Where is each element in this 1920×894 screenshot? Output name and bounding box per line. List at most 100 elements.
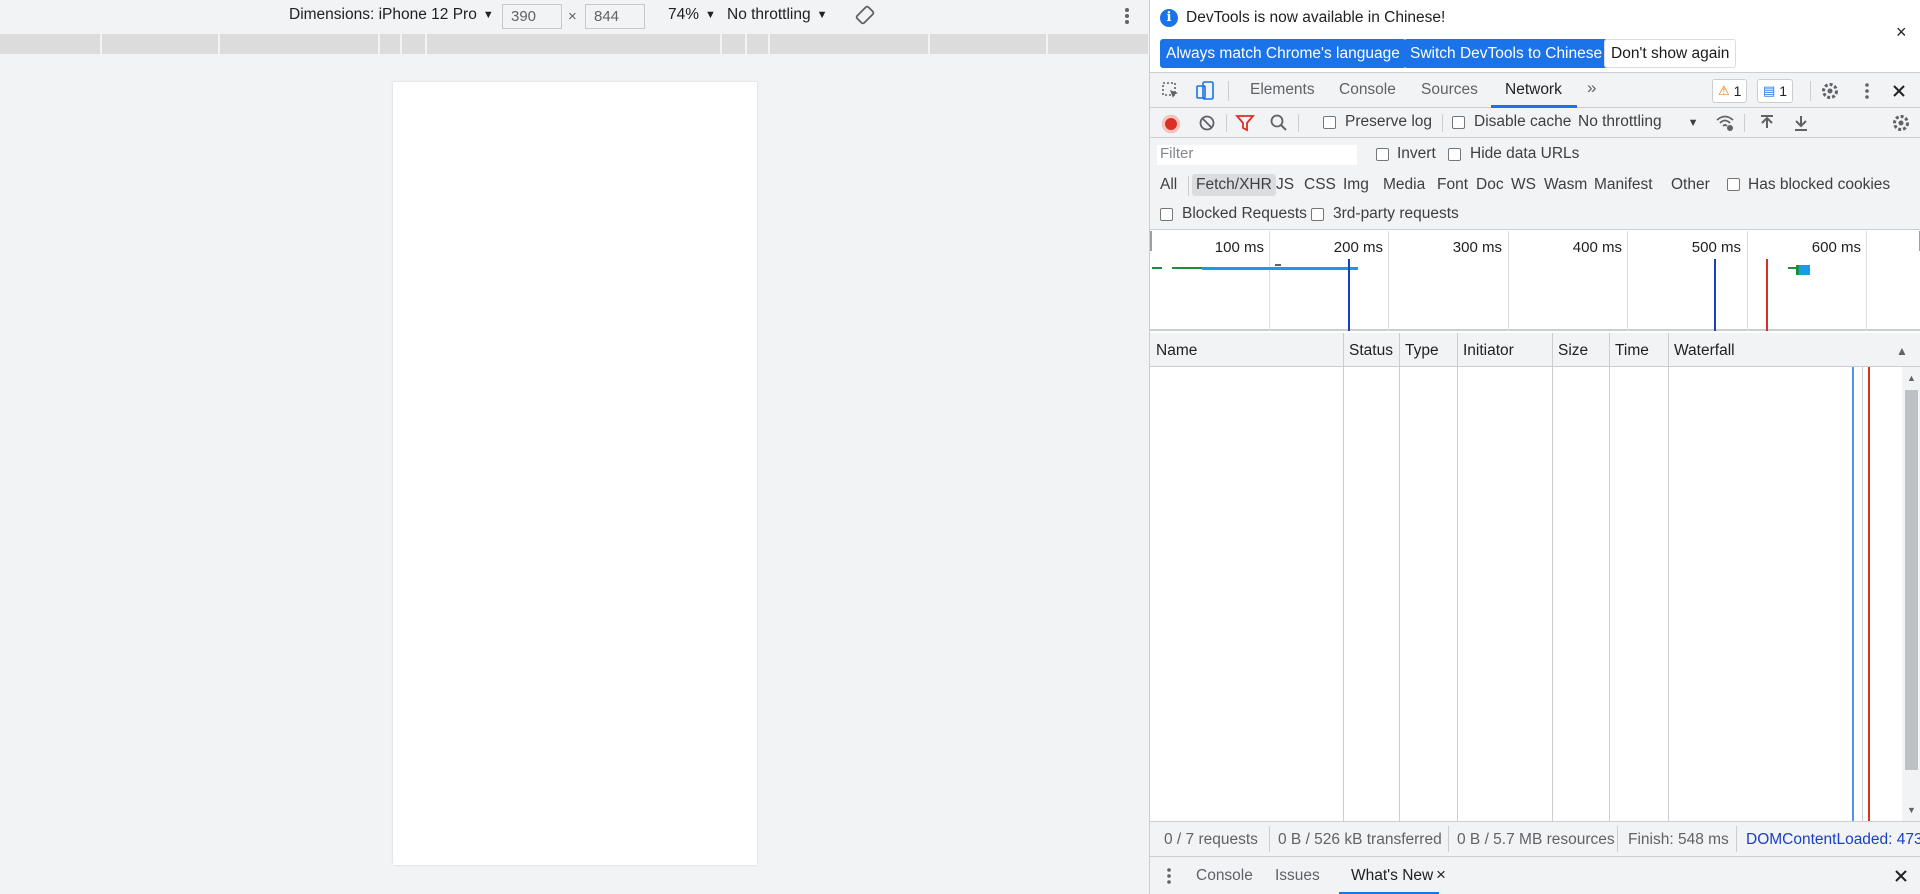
more-options-icon[interactable] — [1856, 80, 1878, 102]
clear-icon[interactable] — [1196, 112, 1218, 134]
scroll-down-icon[interactable]: ▼ — [1907, 805, 1916, 815]
invert-checkbox[interactable] — [1376, 148, 1389, 161]
message-icon: ▤ — [1763, 83, 1776, 98]
type-filter-manifest[interactable]: Manifest — [1590, 174, 1657, 196]
tick-label: 100 ms — [1214, 239, 1264, 256]
column-header-size[interactable]: Size — [1558, 342, 1588, 360]
network-overview[interactable]: 100 ms 200 ms 300 ms 400 ms 500 ms 600 m… — [1150, 231, 1920, 331]
type-filter-ws[interactable]: WS — [1507, 174, 1540, 196]
scroll-up-icon[interactable]: ▲ — [1907, 373, 1916, 383]
overview-bar — [1796, 265, 1810, 275]
device-dimensions-dropdown[interactable]: Dimensions: iPhone 12 Pro ▼ — [289, 6, 494, 24]
type-filter-fetch-xhr[interactable]: Fetch/XHR — [1192, 174, 1276, 196]
transferred-size: 0 B / 526 kB transferred — [1278, 831, 1442, 848]
type-filter-font[interactable]: Font — [1433, 174, 1472, 196]
disable-cache-checkbox[interactable] — [1452, 116, 1465, 129]
tab-console[interactable]: Console — [1339, 81, 1396, 99]
device-width-input[interactable]: 390 — [502, 4, 562, 29]
type-filter-doc[interactable]: Doc — [1472, 174, 1508, 196]
disable-cache-label: Disable cache — [1474, 113, 1572, 130]
scrollbar-thumb[interactable] — [1905, 390, 1918, 770]
request-table-body[interactable] — [1150, 367, 1920, 821]
close-tab-icon[interactable]: × — [1436, 865, 1446, 885]
device-emulation-pane: Dimensions: iPhone 12 Pro ▼ 390 × 844 74%… — [0, 0, 1148, 894]
network-settings-icon[interactable] — [1890, 112, 1912, 134]
dom-content-loaded-line — [1714, 259, 1716, 331]
network-conditions-icon[interactable] — [1714, 112, 1736, 134]
device-viewport[interactable] — [393, 82, 757, 865]
settings-icon[interactable] — [1819, 80, 1841, 102]
overview-bar — [1202, 267, 1358, 270]
overview-bar — [1152, 267, 1162, 269]
filter-input[interactable]: Filter — [1156, 144, 1358, 166]
blocked-requests-checkbox[interactable] — [1160, 208, 1173, 221]
blocked-requests-label: Blocked Requests — [1182, 205, 1307, 222]
device-toolbar: Dimensions: iPhone 12 Pro ▼ 390 × 844 74%… — [0, 0, 1148, 32]
column-header-type[interactable]: Type — [1405, 342, 1439, 360]
close-drawer-icon[interactable] — [1890, 865, 1912, 887]
zoom-label: 74% — [668, 6, 700, 23]
column-header-name[interactable]: Name — [1156, 342, 1197, 360]
dom-content-loaded-time: DOMContentLoaded: 473 — [1746, 831, 1920, 848]
record-icon[interactable] — [1162, 115, 1180, 133]
chevron-down-icon: ▼ — [705, 9, 716, 21]
column-header-time[interactable]: Time — [1615, 342, 1649, 360]
preserve-log-checkbox[interactable] — [1323, 116, 1336, 129]
drawer-tab-issues[interactable]: Issues — [1275, 867, 1320, 885]
column-header-waterfall[interactable]: Waterfall — [1674, 342, 1735, 360]
has-blocked-cookies-checkbox[interactable] — [1727, 178, 1740, 191]
type-filter-wasm[interactable]: Wasm — [1540, 174, 1591, 196]
device-dimensions-label: Dimensions: iPhone 12 Pro — [289, 6, 477, 23]
filter-icon[interactable] — [1234, 112, 1256, 134]
tick-label: 500 ms — [1691, 239, 1741, 256]
drawer-tab-whats-new[interactable]: What's New — [1351, 867, 1433, 885]
type-filter-js[interactable]: JS — [1272, 174, 1298, 196]
close-devtools-icon[interactable] — [1888, 80, 1910, 102]
sort-ascending-icon[interactable]: ▲ — [1896, 344, 1908, 358]
drawer-menu-icon[interactable] — [1158, 865, 1180, 887]
dont-show-again-button[interactable]: Don't show again — [1604, 39, 1737, 68]
type-filter-css[interactable]: CSS — [1300, 174, 1340, 196]
type-filter-img[interactable]: Img — [1339, 174, 1373, 196]
import-har-icon[interactable] — [1756, 112, 1778, 134]
switch-to-chinese-button[interactable]: Switch DevTools to Chinese — [1404, 39, 1609, 68]
tab-sources[interactable]: Sources — [1421, 81, 1478, 99]
tick-label: 200 ms — [1333, 239, 1383, 256]
always-match-language-button[interactable]: Always match Chrome's language — [1160, 39, 1406, 68]
overview-bar — [1788, 267, 1796, 269]
media-query-ruler[interactable] — [0, 34, 1148, 54]
inspect-element-icon[interactable] — [1160, 80, 1182, 102]
third-party-label: 3rd-party requests — [1333, 205, 1459, 222]
devtools-panel: i DevTools is now available in Chinese! … — [1149, 0, 1920, 894]
preserve-log-label: Preserve log — [1345, 113, 1433, 130]
device-height-input[interactable]: 844 — [585, 4, 645, 29]
column-header-initiator[interactable]: Initiator — [1463, 342, 1514, 360]
messages-badge[interactable]: ▤ 1 — [1757, 79, 1794, 103]
drawer-tab-console[interactable]: Console — [1196, 867, 1253, 885]
type-filter-other[interactable]: Other — [1667, 174, 1714, 196]
network-throttling-select[interactable]: No throttling ▼ — [1578, 113, 1698, 131]
info-icon: i — [1160, 9, 1178, 27]
close-icon[interactable]: × — [1896, 22, 1907, 43]
column-header-status[interactable]: Status — [1349, 342, 1393, 360]
dom-content-loaded-line — [1348, 259, 1350, 331]
third-party-checkbox[interactable] — [1311, 208, 1324, 221]
overview-bar — [1172, 267, 1202, 269]
rotate-icon[interactable] — [854, 4, 876, 26]
zoom-dropdown[interactable]: 74% ▼ — [668, 6, 716, 24]
type-filter-all[interactable]: All — [1156, 174, 1181, 196]
more-tabs-icon[interactable]: » — [1587, 78, 1596, 98]
device-throttling-dropdown[interactable]: No throttling ▼ — [727, 6, 827, 24]
invert-label: Invert — [1397, 145, 1436, 162]
type-filter-media[interactable]: Media — [1379, 174, 1429, 196]
tab-network[interactable]: Network — [1505, 81, 1562, 99]
warnings-badge[interactable]: ⚠ 1 — [1712, 79, 1748, 103]
device-toolbar-icon[interactable] — [1194, 80, 1216, 102]
hide-data-urls-checkbox[interactable] — [1448, 148, 1461, 161]
search-icon[interactable] — [1268, 112, 1290, 134]
export-har-icon[interactable] — [1790, 112, 1812, 134]
dimension-separator: × — [568, 8, 577, 25]
tab-elements[interactable]: Elements — [1250, 81, 1315, 99]
resources-size: 0 B / 5.7 MB resources — [1457, 831, 1615, 848]
more-options-icon[interactable] — [1120, 4, 1134, 28]
